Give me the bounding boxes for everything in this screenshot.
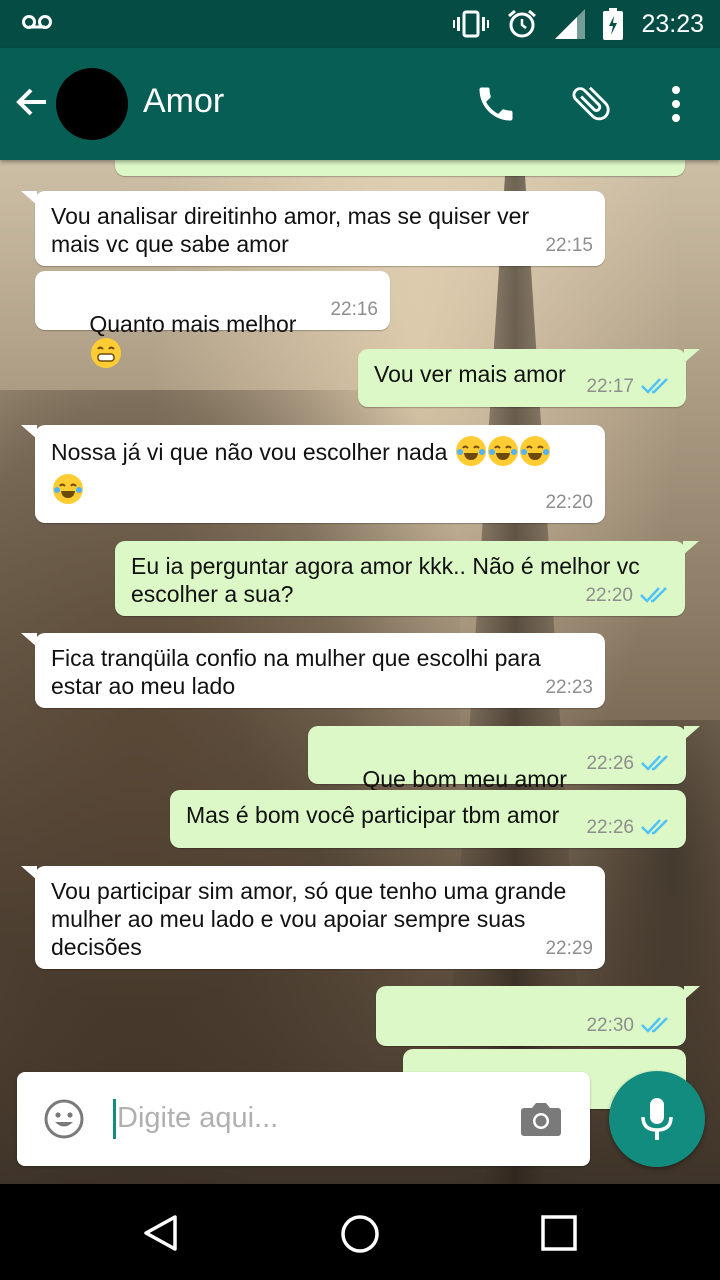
tears-of-joy-emoji	[487, 436, 518, 466]
clock: 23:23	[641, 9, 704, 38]
signal-icon	[555, 9, 586, 39]
alarm-icon	[508, 9, 537, 38]
message-outgoing[interactable]: 22:30	[376, 986, 700, 1085]
microphone-icon	[641, 1098, 673, 1140]
message-input[interactable]: Digite aqui...	[117, 1102, 278, 1135]
nav-home-icon[interactable]	[340, 1214, 380, 1254]
grinning-face-emoji	[91, 338, 122, 368]
read-receipt-icon	[641, 1017, 668, 1033]
emoji-icon[interactable]	[43, 1098, 85, 1140]
status-bar: 23:23	[0, 0, 720, 48]
message-outgoing[interactable]: Mas é bom você participar tbm amor 22:26	[170, 790, 686, 848]
message-time: 22:20	[585, 585, 633, 606]
read-receipt-icon	[641, 378, 668, 394]
more-options-icon[interactable]	[668, 84, 684, 124]
message-time: 22:20	[545, 492, 593, 513]
read-receipt-icon	[640, 587, 667, 603]
chat-header: Amor	[0, 48, 720, 160]
read-receipt-icon	[641, 755, 668, 771]
message-incoming[interactable]: Quanto mais melhor 22:16	[35, 271, 390, 368]
message-time: 22:29	[545, 938, 593, 959]
contact-name[interactable]: Amor	[143, 82, 224, 121]
read-receipt-icon	[641, 819, 668, 835]
message-text: Fica tranqüila confio na mulher que esco…	[51, 645, 541, 699]
message-text: Vou ver mais amor	[374, 361, 566, 387]
message-time: 22:23	[545, 677, 593, 698]
message-time: 22:30	[586, 1015, 634, 1036]
message-text: Vou analisar direitinho amor, mas se qui…	[51, 203, 530, 257]
tears-of-joy-emoji	[455, 436, 486, 466]
tears-of-joy-emoji	[519, 436, 550, 466]
voice-call-icon[interactable]	[474, 82, 518, 126]
message-time: 22:16	[330, 299, 378, 320]
battery-icon	[603, 8, 624, 40]
back-arrow-icon[interactable]	[14, 84, 50, 120]
tears-of-joy-emoji	[53, 474, 83, 504]
vibrate-icon	[453, 10, 490, 38]
message-time: 22:17	[586, 376, 634, 397]
message-outgoing[interactable]: Vou ver mais amor 22:17	[358, 349, 700, 407]
message-composer[interactable]: Digite aqui...	[17, 1072, 590, 1166]
message-text: Mas é bom você participar tbm amor	[186, 802, 560, 828]
message-outgoing[interactable]: Que bom meu amor 22:26	[308, 726, 700, 823]
message-outgoing[interactable]: Eu ia perguntar agora amor kkk.. Não é m…	[115, 541, 699, 616]
system-nav-bar	[0, 1184, 720, 1280]
paperclip-icon[interactable]	[568, 80, 614, 126]
message-incoming[interactable]: Vou analisar direitinho amor, mas se qui…	[21, 191, 605, 266]
avatar[interactable]	[56, 68, 128, 140]
voicemail-icon	[22, 15, 52, 29]
message-text: Que bom meu amor	[362, 766, 567, 792]
message-time: 22:26	[586, 753, 634, 774]
message-text: Eu ia perguntar agora amor kkk.. Não é m…	[131, 553, 640, 607]
message-text: Nossa já vi que não vou escolher nada	[51, 439, 448, 465]
nav-back-icon[interactable]	[142, 1214, 178, 1252]
message-incoming[interactable]: Vou participar sim amor, só que tenho um…	[21, 866, 605, 969]
text-cursor	[113, 1099, 116, 1139]
message-incoming[interactable]: Nossa já vi que não vou escolher nada 22…	[21, 425, 605, 523]
chat-area[interactable]: Vou analisar direitinho amor, mas se qui…	[0, 160, 720, 1184]
camera-icon[interactable]	[520, 1100, 562, 1138]
message-text: Quanto mais melhor	[89, 311, 297, 337]
message-bubble-partial[interactable]	[115, 160, 685, 176]
message-incoming[interactable]: Fica tranqüila confio na mulher que esco…	[21, 633, 605, 708]
message-text: Vou participar sim amor, só que tenho um…	[51, 878, 567, 960]
message-time: 22:15	[545, 235, 593, 256]
nav-recent-apps-icon[interactable]	[541, 1215, 577, 1251]
message-time: 22:26	[586, 817, 634, 838]
voice-message-button[interactable]	[609, 1071, 705, 1167]
